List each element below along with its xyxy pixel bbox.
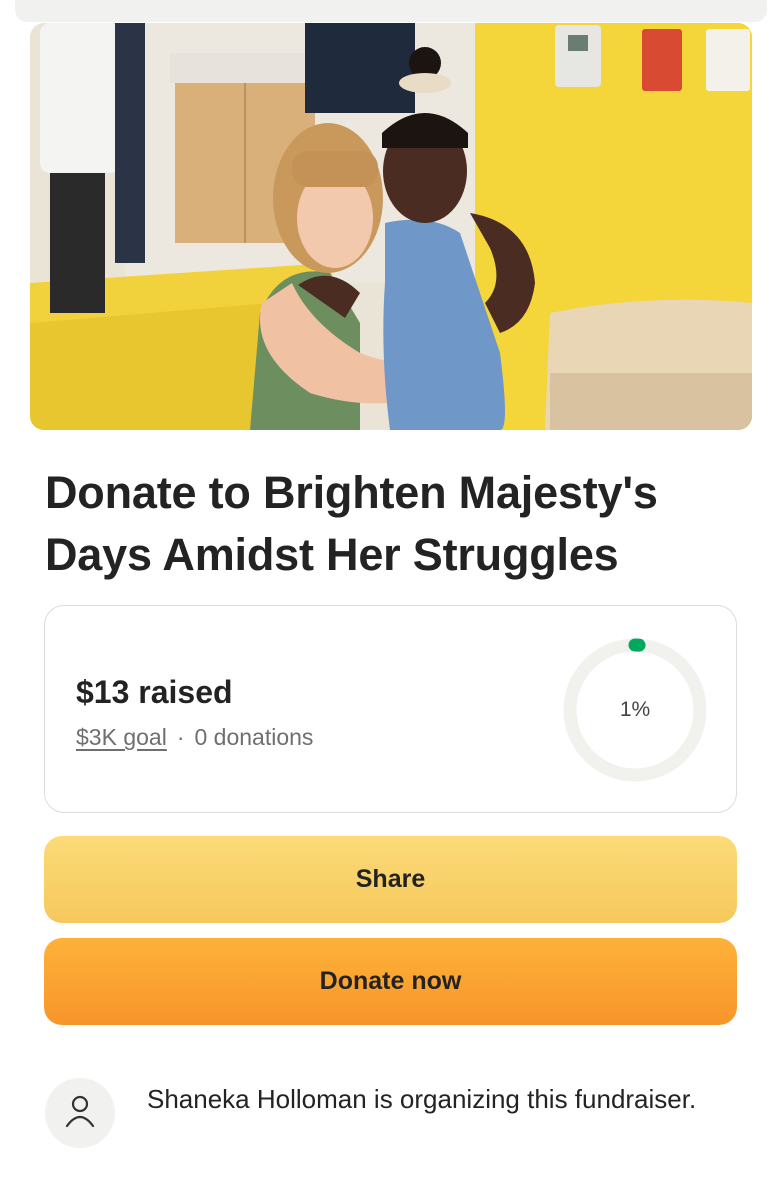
goal-link[interactable]: $3K goal bbox=[76, 724, 167, 750]
top-bar bbox=[15, 0, 767, 22]
organizer-avatar bbox=[45, 1078, 115, 1148]
donate-now-button[interactable]: Donate now bbox=[44, 938, 737, 1025]
donation-count: 0 donations bbox=[194, 724, 314, 750]
organizer-text: Shaneka Holloman is organizing this fund… bbox=[147, 1084, 697, 1114]
amount-raised: $13 raised bbox=[76, 674, 233, 710]
person-icon bbox=[65, 1094, 95, 1133]
progress-ring: 1% bbox=[561, 636, 709, 784]
progress-percent: 1% bbox=[619, 698, 651, 721]
separator-dot: · bbox=[176, 724, 185, 750]
campaign-title: Donate to Brighten Majesty's Days Amidst… bbox=[45, 467, 658, 580]
progress-meta: $3K goal · 0 donations bbox=[76, 724, 313, 751]
progress-card: $13 raised $3K goal · 0 donations 1% bbox=[44, 605, 737, 813]
fundraiser-page: Donate to Brighten Majesty's Days Amidst… bbox=[0, 0, 781, 1200]
hero-image bbox=[30, 23, 752, 430]
share-button[interactable]: Share bbox=[44, 836, 737, 923]
